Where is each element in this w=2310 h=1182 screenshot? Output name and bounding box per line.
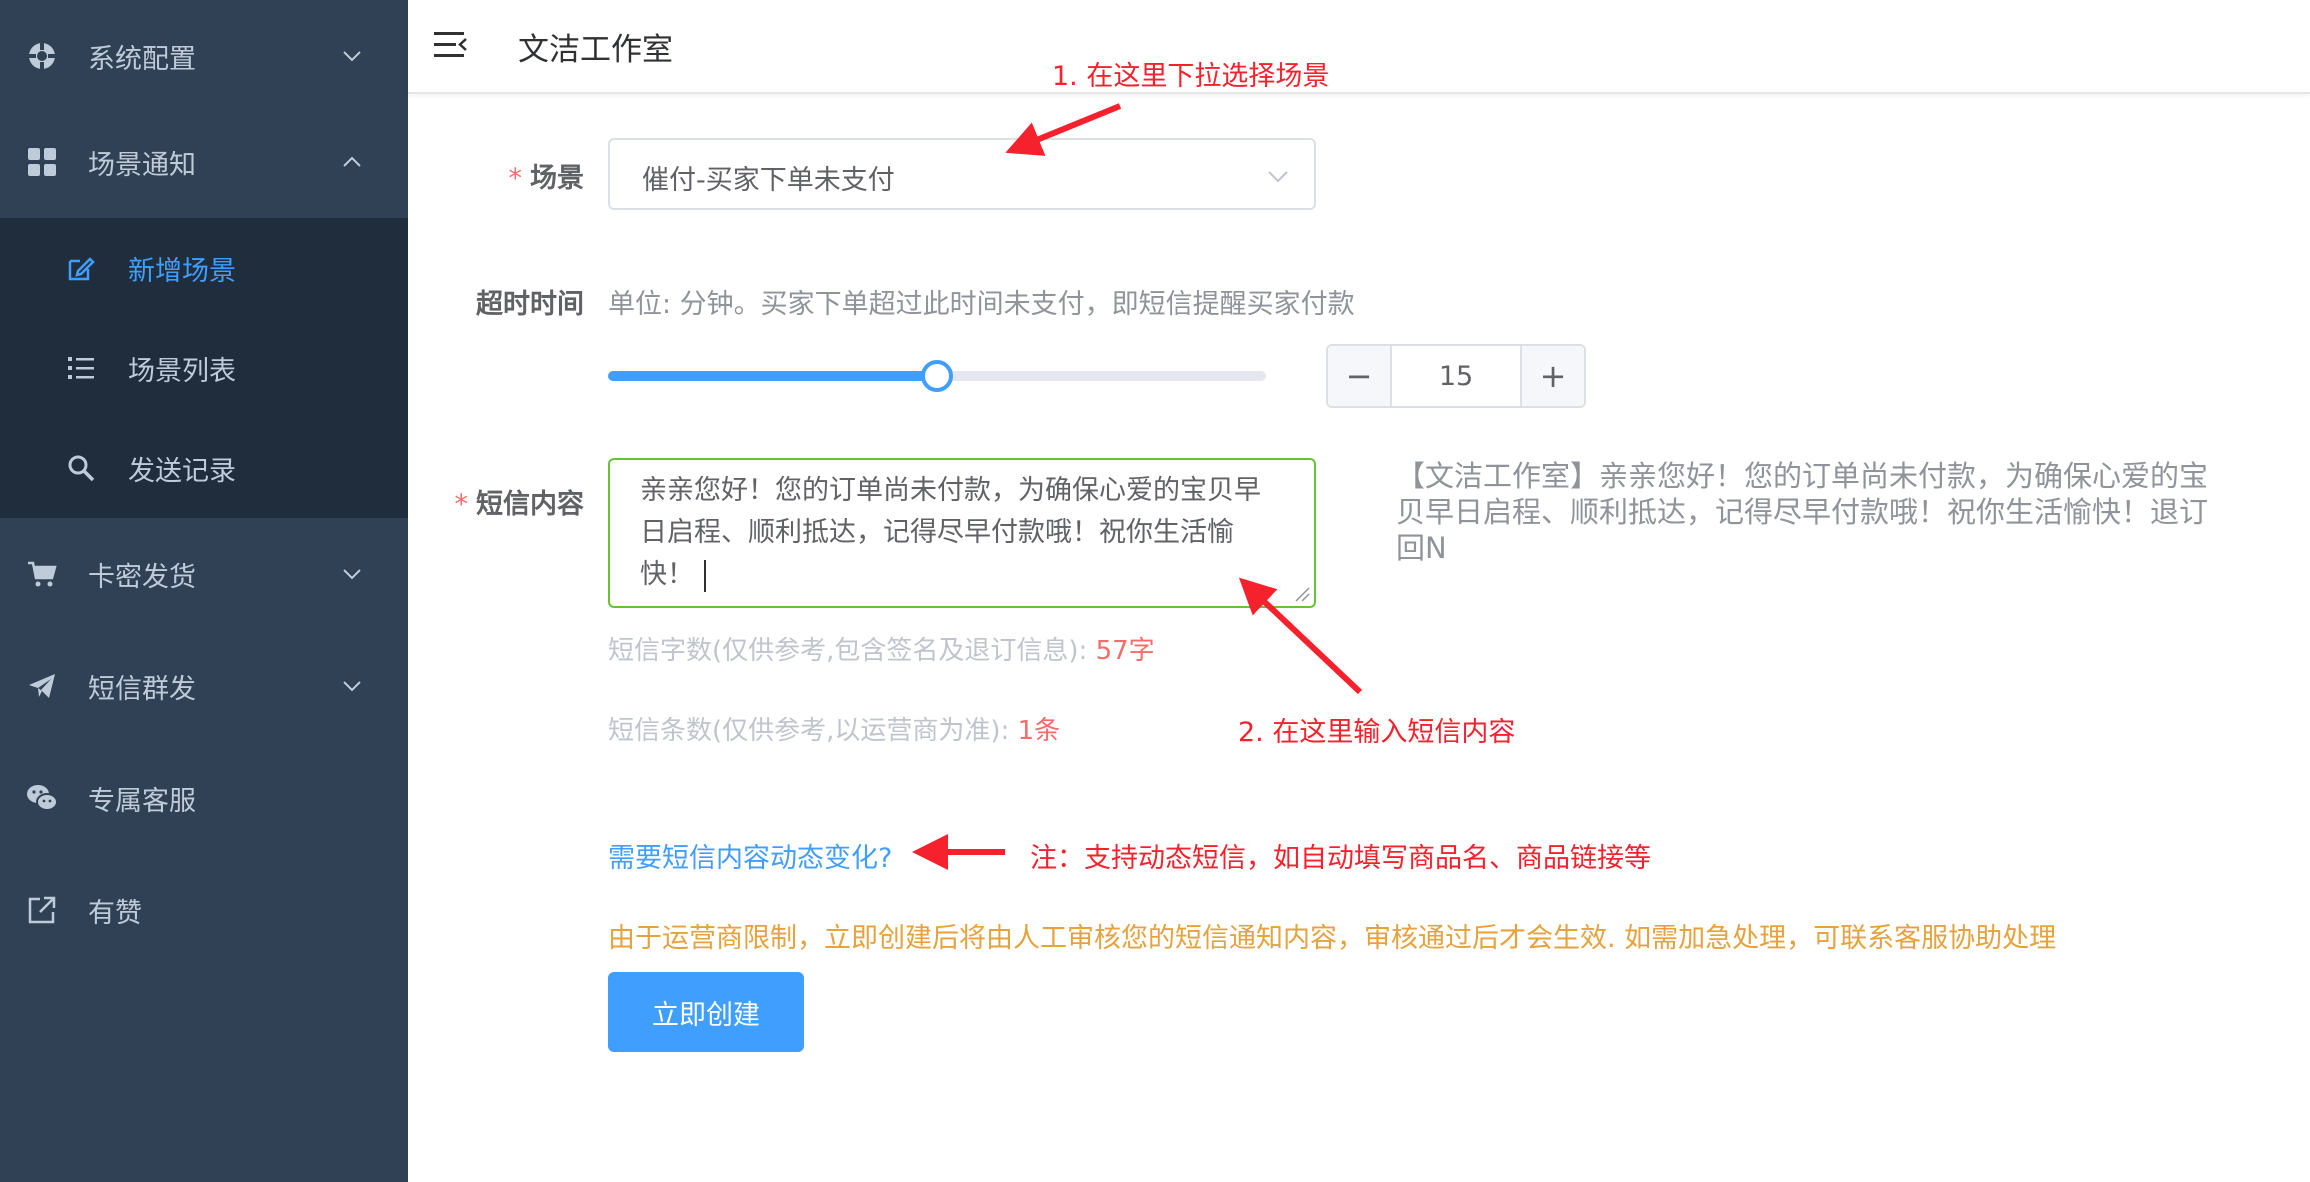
timeout-input[interactable]: 15	[1392, 346, 1520, 406]
timeout-stepper: − 15 +	[1326, 344, 1586, 408]
sidebar-item-label: 卡密发货	[88, 561, 196, 593]
paper-plane-icon	[25, 669, 59, 703]
sidebar-item-label: 短信群发	[88, 673, 196, 705]
chevron-down-icon	[1268, 171, 1288, 183]
submenu-scene-notify: 新增场景 场景列表 发送记录	[0, 218, 408, 518]
slider-fill	[608, 371, 937, 381]
timeout-label: 超时时间	[476, 289, 584, 320]
sidebar-item-scene-list[interactable]: 场景列表	[0, 318, 408, 418]
list-icon	[64, 351, 98, 385]
sidebar-item-label: 场景通知	[88, 149, 196, 181]
top-navbar: 文洁工作室	[408, 0, 2310, 94]
decrement-button[interactable]: −	[1328, 346, 1392, 406]
text-caret	[704, 559, 706, 592]
required-mark: *	[508, 163, 523, 194]
sms-preview: 【文洁工作室】亲亲您好！您的订单尚未付款，为确保心爱的宝贝早日启程、顺利抵达，记…	[1396, 459, 2209, 565]
chevron-down-icon	[343, 681, 361, 692]
scene-select-value: 催付-买家下单未支付	[642, 165, 895, 196]
sidebar-item-label: 场景列表	[128, 355, 236, 387]
sidebar-item-label: 发送记录	[128, 455, 236, 487]
sidebar-item-customer-service[interactable]: 专属客服	[0, 742, 408, 854]
timeout-hint: 单位: 分钟。买家下单超过此时间未支付，即短信提醒买家付款	[608, 289, 1355, 320]
page-title: 文洁工作室	[518, 32, 673, 68]
sidebar-item-send-records[interactable]: 发送记录	[0, 418, 408, 518]
increment-button[interactable]: +	[1520, 346, 1584, 406]
sms-content-textarea[interactable]: 亲亲您好！您的订单尚未付款，为确保心爱的宝贝早日启程、顺利抵达，记得尽早付款哦！…	[608, 458, 1316, 608]
sidebar-item-system-config[interactable]: 系统配置	[0, 0, 408, 112]
chevron-up-icon	[343, 156, 361, 167]
sidebar-item-label: 有赞	[88, 897, 142, 929]
menu-fold-icon[interactable]	[432, 28, 468, 62]
sidebar-item-label: 系统配置	[88, 43, 196, 75]
sidebar-item-label: 专属客服	[88, 785, 196, 817]
dynamic-content-link[interactable]: 需要短信内容动态变化?	[608, 836, 892, 875]
msg-count: 短信条数(仅供参考,以运营商为准): 1条	[608, 716, 1061, 746]
annotation-dynamic-note: 注：支持动态短信，如自动填写商品名、商品链接等	[1030, 843, 1651, 874]
scene-label: * 场景	[508, 163, 585, 194]
annotation-input-content: 2. 在这里输入短信内容	[1238, 717, 1516, 748]
sidebar-item-scene-notify[interactable]: 场景通知	[0, 106, 408, 218]
grid-icon	[25, 145, 59, 179]
sidebar-item-new-scene[interactable]: 新增场景	[0, 218, 408, 318]
sidebar-item-card-delivery[interactable]: 卡密发货	[0, 518, 408, 630]
slider-handle[interactable]	[921, 360, 953, 392]
sms-content-text: 亲亲您好！您的订单尚未付款，为确保心爱的宝贝早日启程、顺利抵达，记得尽早付款哦！…	[640, 475, 1261, 590]
edit-icon	[64, 251, 98, 285]
settings-wheel-icon	[25, 39, 59, 73]
search-icon	[64, 451, 98, 485]
required-mark: *	[454, 489, 469, 520]
wechat-icon	[25, 781, 59, 815]
chevron-down-icon	[343, 51, 361, 62]
timeout-slider[interactable]	[608, 360, 1266, 392]
sidebar: 系统配置 场景通知 新增场景 场景列表 发送记录 卡密发货 短信群发 专属客服 …	[0, 0, 408, 1182]
review-warning: 由于运营商限制，立即创建后将由人工审核您的短信通知内容，审核通过后才会生效. 如…	[608, 923, 2057, 954]
char-count: 短信字数(仅供参考,包含签名及退订信息): 57字	[608, 636, 1155, 666]
chevron-down-icon	[343, 569, 361, 580]
cart-icon	[25, 557, 59, 591]
external-link-icon	[25, 893, 59, 927]
sms-content-label: * 短信内容	[454, 489, 585, 520]
create-button[interactable]: 立即创建	[608, 972, 804, 1052]
scene-select[interactable]: 催付-买家下单未支付	[608, 138, 1316, 210]
char-count-value: 57字	[1095, 636, 1155, 666]
resize-grip-icon[interactable]	[1292, 584, 1310, 602]
annotation-select-scene: 1. 在这里下拉选择场景	[1052, 61, 1330, 92]
sidebar-item-label: 新增场景	[128, 255, 236, 287]
msg-count-value: 1条	[1017, 716, 1061, 746]
sidebar-item-bulk-sms[interactable]: 短信群发	[0, 630, 408, 742]
sidebar-item-youzan[interactable]: 有赞	[0, 854, 408, 966]
